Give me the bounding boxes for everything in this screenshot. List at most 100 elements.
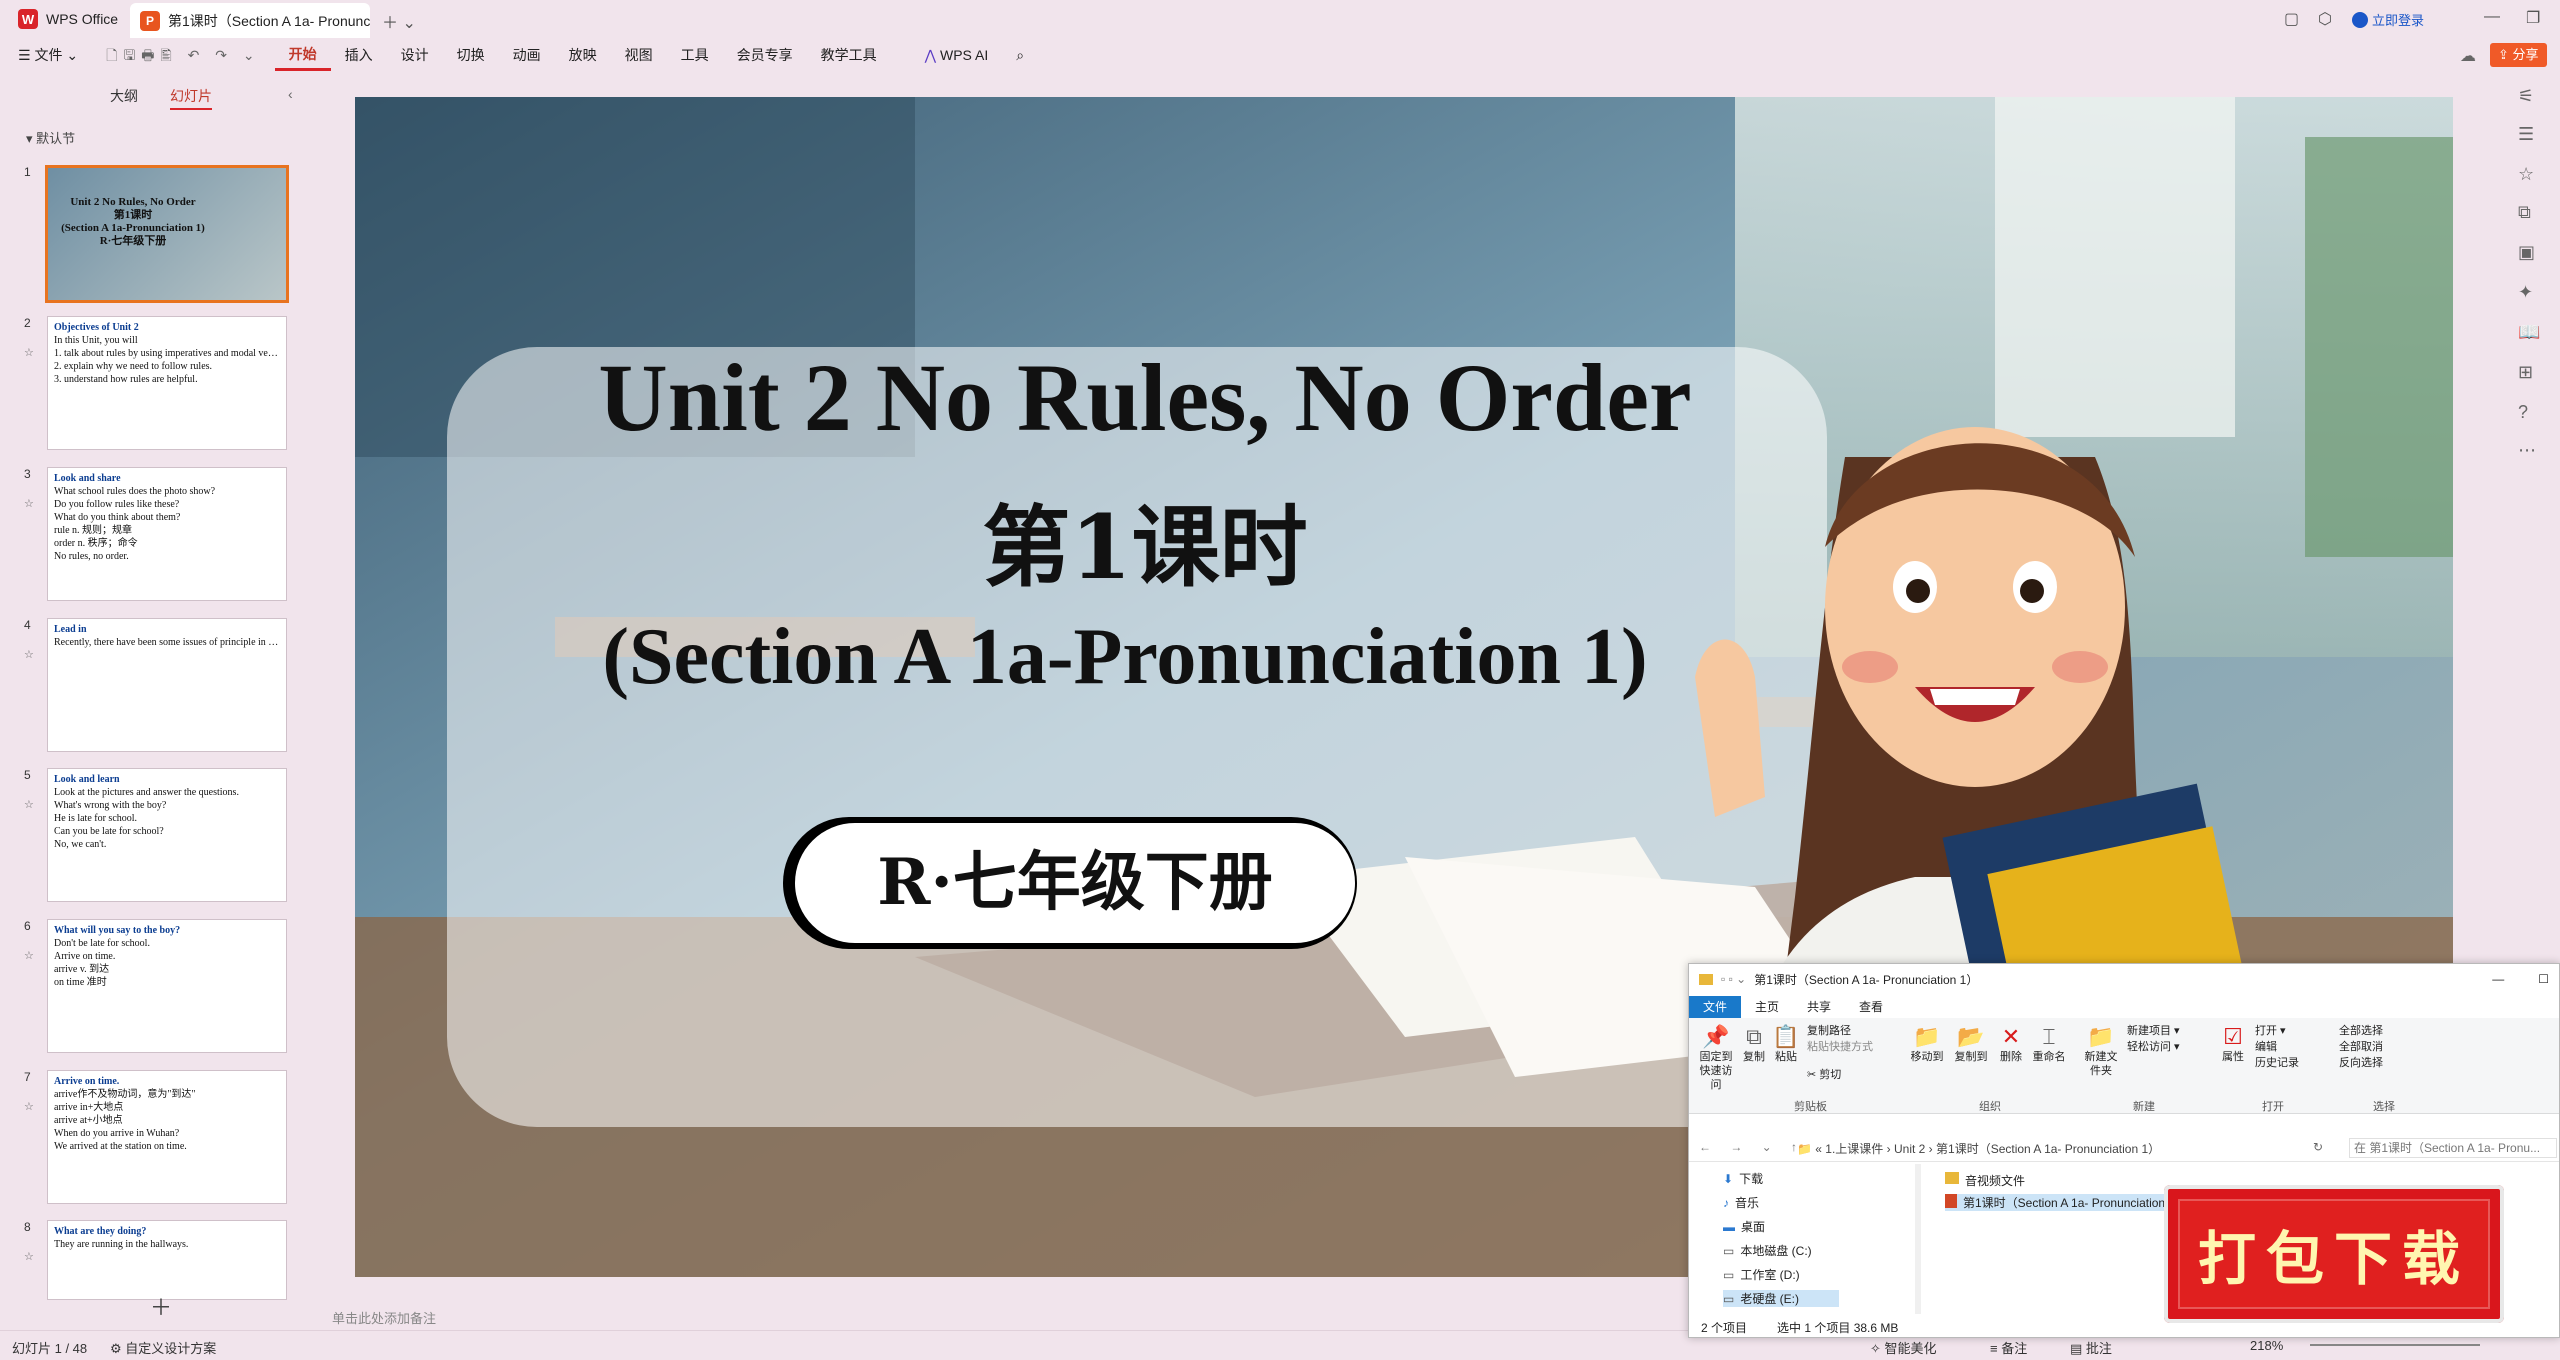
nav-scrollbar[interactable] — [1915, 1164, 1921, 1314]
section-label[interactable]: ▾ 默认节 — [26, 128, 75, 147]
new-folder-button[interactable]: 📁 新建文件夹 — [2081, 1024, 2121, 1078]
breadcrumb-part-2[interactable]: Unit 2 — [1894, 1142, 1925, 1156]
slide-thumbnail[interactable]: Look and learn Look at the pictures and a… — [47, 768, 287, 902]
cloud-icon[interactable]: ☁ — [2460, 46, 2476, 66]
copy-path-button[interactable]: 复制路径 — [1807, 1024, 1851, 1038]
slide-star-icon[interactable]: ☆ — [24, 1250, 34, 1263]
magic-icon[interactable]: ✦ — [2518, 282, 2533, 303]
breadcrumb-part-1[interactable]: 1.上课课件 — [1825, 1142, 1883, 1156]
refresh-icon[interactable]: ↻ — [2313, 1140, 2323, 1154]
menu-tools[interactable]: 工具 — [667, 38, 723, 72]
help-icon[interactable]: ? — [2518, 402, 2528, 423]
menu-animation[interactable]: 动画 — [499, 38, 555, 72]
slide-thumbnail[interactable]: Unit 2 No Rules, No Order 第1课时 (Section A … — [45, 165, 289, 303]
move-to-button[interactable]: 📁 移动到 — [1907, 1024, 1947, 1064]
delete-button[interactable]: ✕ 删除 — [1995, 1024, 2027, 1064]
menu-teaching-tools[interactable]: 教学工具 — [807, 38, 891, 72]
invert-selection-button[interactable]: 反向选择 — [2339, 1056, 2383, 1070]
easy-access-button[interactable]: 轻松访问 ▾ — [2127, 1040, 2180, 1054]
slide-thumbnail[interactable]: What will you say to the boy? Don't be la… — [47, 919, 287, 1053]
comments-button[interactable]: ▤ 批注 — [2070, 1338, 2112, 1357]
rename-button[interactable]: ⌶ 重命名 — [2029, 1024, 2069, 1064]
sliders-icon[interactable]: ☰ — [2518, 124, 2534, 145]
file-menu[interactable]: ☰ 文件 ⌄ — [0, 38, 92, 72]
history-button[interactable]: 历史记录 — [2255, 1056, 2299, 1070]
explorer-tab-view[interactable]: 查看 — [1845, 996, 1897, 1018]
file-item-folder[interactable]: 音视频文件 — [1945, 1172, 2025, 1189]
tab-slides[interactable]: 幻灯片 — [170, 86, 212, 110]
menu-insert[interactable]: 插入 — [331, 38, 387, 72]
slide-star-icon[interactable]: ☆ — [24, 949, 34, 962]
explorer-search[interactable]: 在 第1课时（Section A 1a- Pronu... — [2349, 1138, 2557, 1158]
wps-ai-button[interactable]: ⋀ WPS AI — [911, 38, 1003, 72]
image-icon[interactable]: ▣ — [2518, 242, 2535, 263]
quick-toolbar[interactable]: 🗋🖫🖶🖺 ↶ ↷ ⌄ — [92, 38, 275, 72]
cut-button[interactable]: ✂ 剪切 — [1807, 1068, 1841, 1082]
open-button[interactable]: 打开 ▾ — [2255, 1024, 2286, 1038]
select-none-button[interactable]: 全部取消 — [2339, 1040, 2383, 1054]
explorer-tab-file[interactable]: 文件 — [1689, 996, 1742, 1018]
explorer-tab-home[interactable]: 主页 — [1741, 996, 1793, 1018]
nav-downloads[interactable]: ⬇ 下载 — [1723, 1170, 1763, 1187]
cube-icon[interactable]: ⬡ — [2318, 9, 2332, 29]
wps-logo[interactable]: W WPS Office — [18, 8, 118, 30]
explorer-minimize-icon[interactable]: ― — [2492, 972, 2504, 986]
new-tab-icon[interactable]: ＋ ⌄ — [382, 9, 416, 33]
notes-button[interactable]: ≡ 备注 — [1990, 1338, 2027, 1357]
document-tab[interactable]: P第1课时（Section A 1a- Pronunciation 1）✕ — [130, 3, 370, 38]
breadcrumb-part-3[interactable]: 第1课时（Section A 1a- Pronunciation 1） — [1936, 1142, 2160, 1156]
search-icon[interactable]: ⌕ — [1002, 38, 1038, 72]
slide-star-icon[interactable]: ☆ — [24, 798, 34, 811]
explorer-tab-share[interactable]: 共享 — [1793, 996, 1845, 1018]
copy-icon[interactable]: ⧉ — [2518, 202, 2531, 223]
login-button[interactable]: 立即登录 — [2352, 10, 2424, 29]
slide-star-icon[interactable]: ☆ — [24, 497, 34, 510]
slide-thumbnail[interactable]: Objectives of Unit 2 In this Unit, you wi… — [47, 316, 287, 450]
nav-drive-d[interactable]: ▭ 工作室 (D:) — [1723, 1266, 1800, 1283]
explorer-maximize-icon[interactable]: ☐ — [2538, 972, 2549, 986]
slide-thumbnail[interactable]: What are they doing? They are running in … — [47, 1220, 287, 1300]
menu-member[interactable]: 会员专享 — [723, 38, 807, 72]
window-icon[interactable]: ▢ — [2284, 9, 2299, 29]
book-icon[interactable]: 📖 — [2518, 322, 2540, 343]
file-item-pptx[interactable]: 第1课时（Section A 1a- Pronunciation 1） — [1945, 1194, 2196, 1211]
star-icon[interactable]: ☆ — [2518, 164, 2534, 185]
copy-to-button[interactable]: 📂 复制到 — [1951, 1024, 1991, 1064]
nav-drive-e[interactable]: ▭ 老硬盘 (E:) — [1723, 1290, 1840, 1307]
beautify-button[interactable]: ✧ 智能美化 — [1870, 1338, 1937, 1357]
slide-thumbnail[interactable]: Lead in Recently, there have been some is… — [47, 618, 287, 752]
menu-design[interactable]: 设计 — [387, 38, 443, 72]
tab-outline[interactable]: 大纲 — [110, 86, 138, 110]
slide-star-icon[interactable]: ☆ — [24, 1100, 34, 1113]
copy-button[interactable]: ⧉ 复制 — [1739, 1024, 1769, 1064]
properties-button[interactable]: ☑ 属性 — [2217, 1024, 2249, 1064]
slide-star-icon[interactable]: ☆ — [24, 346, 34, 359]
new-item-button[interactable]: 新建项目 ▾ — [2127, 1024, 2180, 1038]
select-all-button[interactable]: 全部选择 — [2339, 1024, 2383, 1038]
minimize-icon[interactable]: ― — [2484, 8, 2500, 26]
slide-star-icon[interactable]: ☆ — [24, 648, 34, 661]
menu-slideshow[interactable]: 放映 — [555, 38, 611, 72]
collapse-panel-icon[interactable]: ‹ — [288, 86, 293, 102]
zoom-level[interactable]: 218% — [2250, 1338, 2283, 1353]
menu-transition[interactable]: 切换 — [443, 38, 499, 72]
restore-icon[interactable]: ❐ — [2526, 8, 2540, 28]
more-icon[interactable]: ⋯ — [2518, 440, 2536, 461]
design-scheme[interactable]: ⚙ 自定义设计方案 — [110, 1338, 216, 1357]
quick-access-icons[interactable]: ▫ ▫ ⌄ — [1721, 972, 1746, 986]
template-icon[interactable]: ⊞ — [2518, 362, 2533, 383]
edit-button[interactable]: 编辑 — [2255, 1040, 2277, 1054]
pin-button[interactable]: 📌 固定到快速访问 — [1695, 1024, 1737, 1092]
share-button[interactable]: ⇪ 分享 — [2490, 43, 2547, 67]
nav-arrows[interactable]: ← → ⌄ ↑ — [1699, 1140, 1805, 1154]
paste-button[interactable]: 📋 粘贴 — [1771, 1024, 1801, 1064]
add-slide-icon[interactable]: ＋ — [150, 1290, 172, 1322]
notes-placeholder[interactable]: 单击此处添加备注 — [332, 1308, 436, 1327]
nav-drive-c[interactable]: ▭ 本地磁盘 (C:) — [1723, 1242, 1812, 1259]
nav-music[interactable]: ♪ 音乐 — [1723, 1194, 1759, 1211]
menu-view[interactable]: 视图 — [611, 38, 667, 72]
menu-home[interactable]: 开始 — [274, 40, 331, 71]
nav-desktop[interactable]: ▬ 桌面 — [1723, 1218, 1765, 1235]
paste-shortcut-button[interactable]: 粘贴快捷方式 — [1807, 1040, 1873, 1054]
zoom-slider[interactable] — [2310, 1344, 2480, 1346]
